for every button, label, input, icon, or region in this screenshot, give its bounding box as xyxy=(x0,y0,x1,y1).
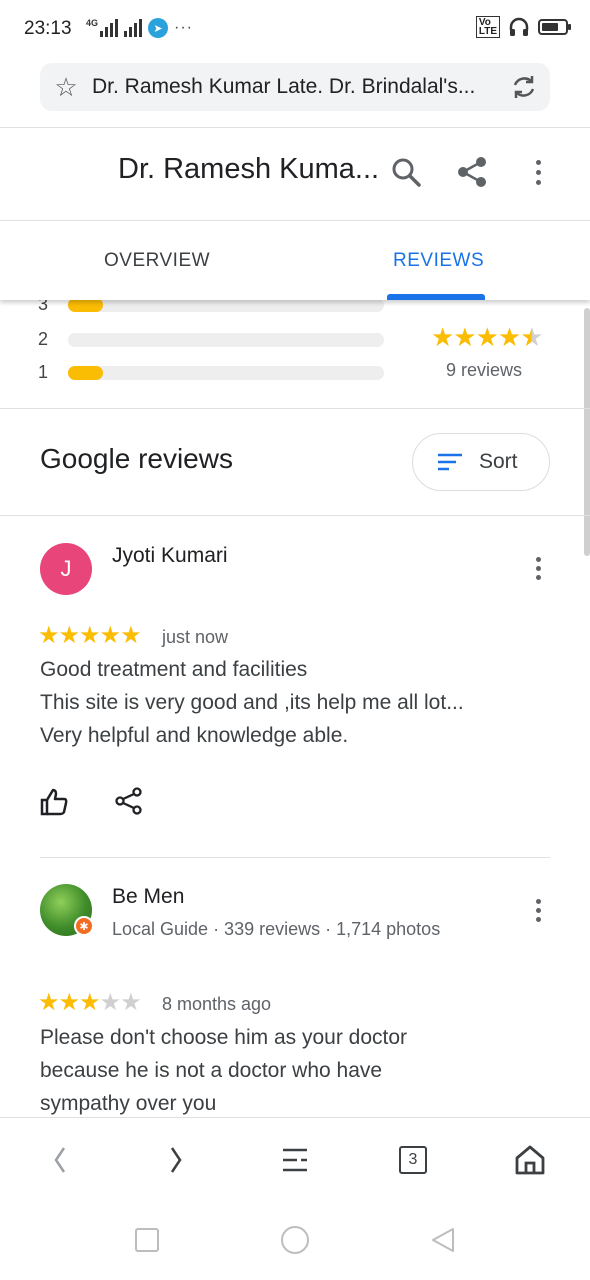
home-icon xyxy=(515,1145,545,1175)
review-text: Good treatment and facilities This site … xyxy=(40,653,560,752)
star-filled-icon: ★ xyxy=(38,622,59,649)
review-more-button[interactable] xyxy=(526,548,550,588)
sort-button[interactable]: Sort xyxy=(412,433,550,491)
reload-icon[interactable] xyxy=(498,73,550,101)
star-filled-icon: ★ xyxy=(38,989,59,1016)
review-line: Please don't choose him as your doctor xyxy=(40,1026,408,1049)
system-navigation-bar xyxy=(0,1203,590,1280)
review-time: just now xyxy=(162,627,229,647)
local-guide-badge-icon: ✱ xyxy=(74,916,94,936)
rating-bar-track xyxy=(68,365,384,380)
headset-icon xyxy=(509,17,529,36)
star-empty-icon: ★ xyxy=(99,989,121,1016)
status-time: 23:13 xyxy=(24,18,72,39)
divider xyxy=(0,515,590,516)
forward-button[interactable] xyxy=(156,1140,196,1180)
divider xyxy=(0,408,590,409)
review-line: because he is not a doctor who have xyxy=(40,1059,383,1082)
average-rating-stars: ★★★★★ xyxy=(431,322,544,352)
review-line: This site is very good and ,its help me … xyxy=(40,691,464,714)
status-icons-right: Vo LTE xyxy=(475,16,571,38)
rating-bar-label: 2 xyxy=(38,329,49,349)
menu-button[interactable] xyxy=(275,1140,315,1180)
share-icon xyxy=(458,157,486,187)
review-time: 8 months ago xyxy=(162,994,272,1014)
browser-toolbar: 3 xyxy=(0,1117,590,1203)
review-line: sympathy over you xyxy=(40,1092,217,1115)
avatar-initial: J xyxy=(60,556,72,581)
rating-bar-row: 2 xyxy=(38,329,384,350)
review-line: Good treatment and facilities xyxy=(40,658,308,681)
review-stars: ★★★★★ xyxy=(38,621,142,650)
divider xyxy=(0,127,590,128)
signal-icon xyxy=(100,19,119,37)
sort-icon xyxy=(438,453,462,471)
scrollbar[interactable] xyxy=(584,308,590,556)
battery-icon xyxy=(538,19,571,35)
star-filled-icon: ★ xyxy=(58,989,80,1016)
tab-bar: OVERVIEW REVIEWS xyxy=(0,222,590,300)
chevron-left-icon xyxy=(54,1147,66,1173)
url-text[interactable]: Dr. Ramesh Kumar Late. Dr. Brindalal's..… xyxy=(92,75,498,99)
tab-reviews[interactable]: REVIEWS xyxy=(393,250,484,272)
rating-bar-fill xyxy=(68,365,103,380)
divider xyxy=(0,220,590,221)
avatar[interactable]: J xyxy=(40,543,92,595)
rating-bar-row: 1 xyxy=(38,362,384,383)
tab-count: 3 xyxy=(399,1146,427,1174)
review-count[interactable]: 9 reviews xyxy=(446,360,522,381)
like-button[interactable] xyxy=(38,786,70,823)
bookmark-star-icon[interactable]: ☆ xyxy=(40,72,92,103)
thumbs-up-icon xyxy=(40,788,68,816)
place-title: Dr. Ramesh Kuma... xyxy=(118,153,380,185)
home-nav-icon[interactable] xyxy=(281,1226,309,1254)
divider xyxy=(40,857,550,858)
star-filled-icon: ★ xyxy=(79,622,100,649)
menu-icon xyxy=(283,1148,307,1172)
back-button[interactable] xyxy=(40,1140,80,1180)
review-line: Very helpful and knowledge able. xyxy=(40,724,349,747)
telegram-icon: ➤ xyxy=(148,18,169,38)
share-button[interactable] xyxy=(452,152,492,192)
search-icon xyxy=(392,158,421,187)
review-stars: ★★★★★ xyxy=(38,988,142,1017)
tab-overview[interactable]: OVERVIEW xyxy=(104,250,210,272)
recents-icon[interactable] xyxy=(135,1228,159,1252)
rating-bar-label: 1 xyxy=(38,362,49,382)
star-empty-icon: ★ xyxy=(120,989,141,1016)
review-text: Please don't choose him as your doctor b… xyxy=(40,1021,560,1120)
avatar[interactable]: ✱ xyxy=(40,884,94,936)
reviewer-meta: Local Guide · 339 reviews · 1,714 photos xyxy=(112,919,441,939)
home-button[interactable] xyxy=(510,1140,550,1180)
network-type: 4G xyxy=(86,18,99,28)
rating-bar-track xyxy=(68,332,384,347)
active-tab-indicator xyxy=(387,294,485,300)
more-notifications-icon: ··· xyxy=(174,19,193,36)
star-filled-icon: ★ xyxy=(58,622,80,649)
address-bar[interactable]: ☆ Dr. Ramesh Kumar Late. Dr. Brindalal's… xyxy=(40,63,550,111)
google-reviews-title: Google reviews xyxy=(40,443,233,474)
chevron-right-icon xyxy=(170,1147,182,1173)
sort-label: Sort xyxy=(479,450,518,473)
reviewer-name[interactable]: Jyoti Kumari xyxy=(112,544,228,568)
tabs-button[interactable]: 3 xyxy=(393,1140,433,1180)
status-icons-left: 4G ➤ ··· xyxy=(86,18,193,38)
star-filled-icon: ★ xyxy=(99,622,121,649)
back-nav-icon[interactable] xyxy=(429,1226,457,1254)
star-filled-icon: ★ xyxy=(120,622,141,649)
status-bar: 23:13 4G ➤ ··· Vo LTE xyxy=(0,0,590,58)
signal-2-icon xyxy=(124,19,143,37)
volte-icon: Vo LTE xyxy=(475,16,500,38)
review-more-button[interactable] xyxy=(526,890,550,930)
share-icon xyxy=(115,787,142,815)
reviewer-name[interactable]: Be Men xyxy=(112,885,184,909)
more-options-button[interactable] xyxy=(518,152,558,192)
star-filled-icon: ★ xyxy=(79,989,100,1016)
review-share-button[interactable] xyxy=(114,786,144,821)
search-button[interactable] xyxy=(386,152,426,192)
